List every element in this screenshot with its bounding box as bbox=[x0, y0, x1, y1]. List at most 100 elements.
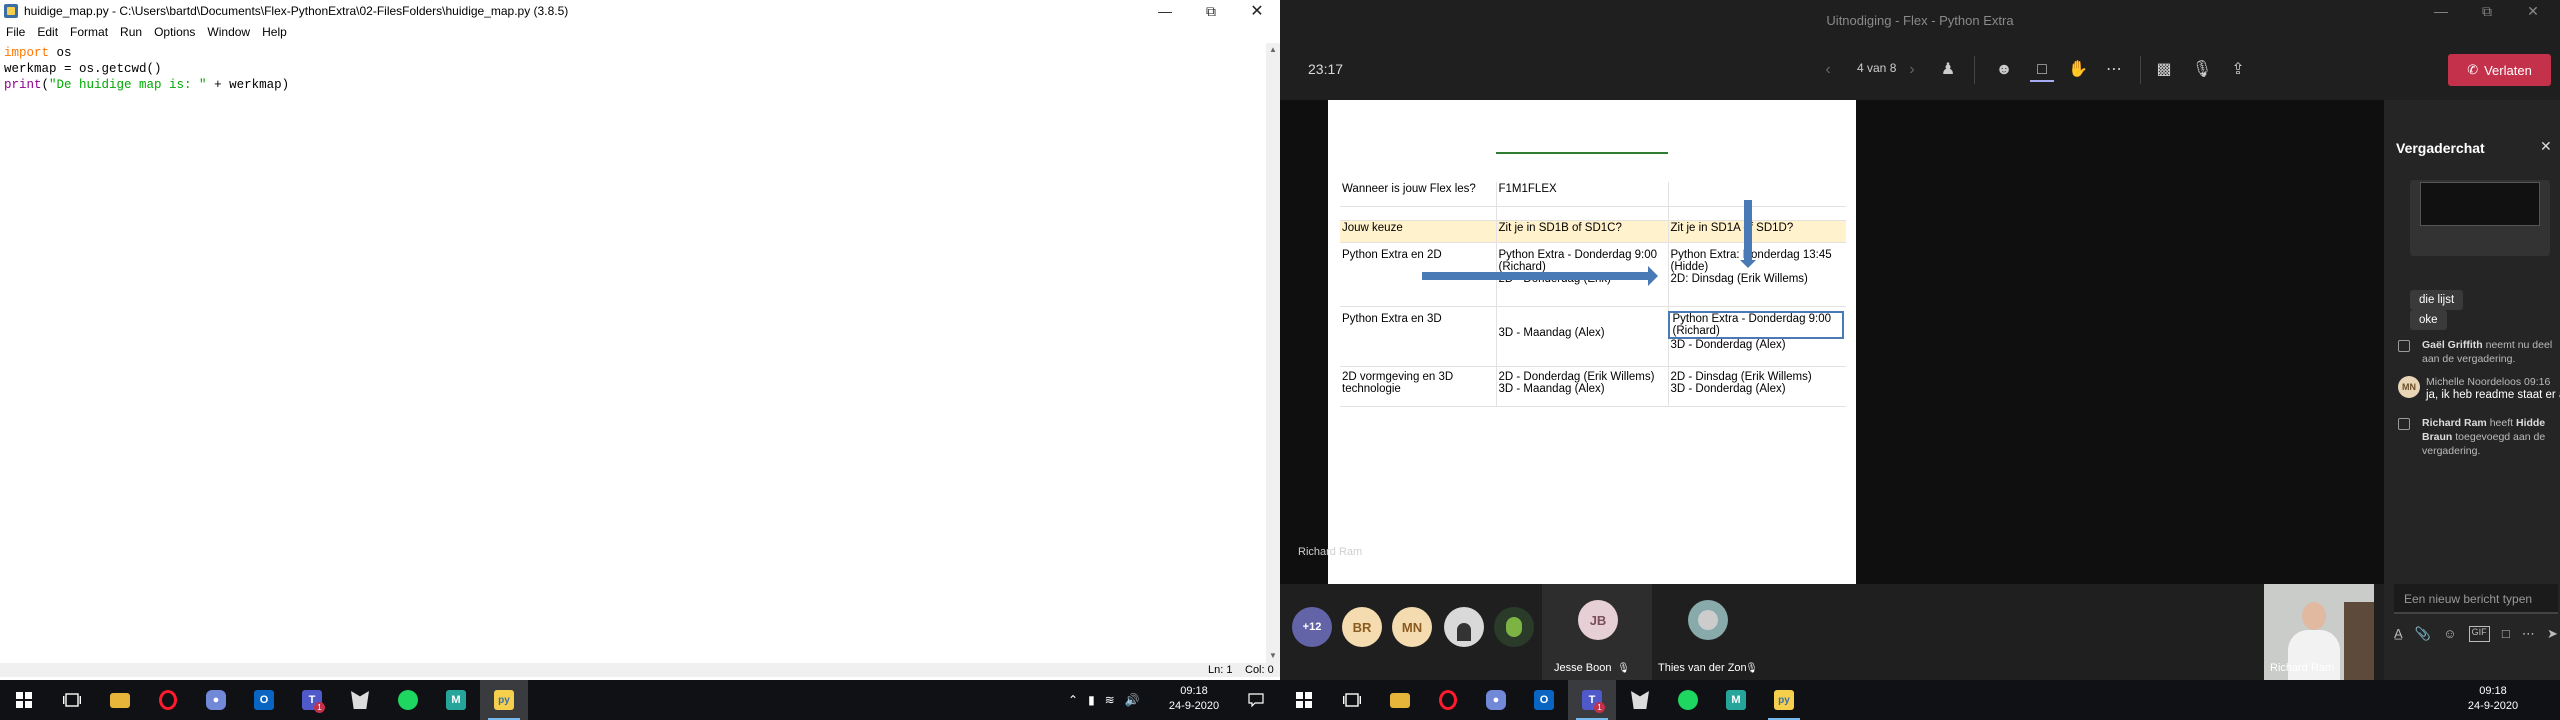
menu-options[interactable]: Options bbox=[148, 25, 201, 39]
teams-icon[interactable]: T1 bbox=[288, 680, 336, 720]
video-background bbox=[2344, 602, 2374, 680]
start-icon[interactable] bbox=[0, 680, 48, 720]
python-file-icon bbox=[4, 4, 18, 18]
network-icon[interactable]: ≋ bbox=[1105, 693, 1115, 707]
message-input[interactable]: Een nieuw bericht typen bbox=[2394, 584, 2558, 614]
volume-icon[interactable]: 🔊 bbox=[1125, 693, 1140, 707]
menu-help[interactable]: Help bbox=[256, 25, 293, 39]
leave-button[interactable]: ✆ Verlaten bbox=[2448, 54, 2551, 86]
wolf-app-icon[interactable] bbox=[1616, 680, 1664, 720]
clock-time: 09:18 bbox=[2479, 685, 2507, 697]
idle-taskbar-icon[interactable]: py bbox=[480, 680, 528, 720]
discord-icon[interactable]: ● bbox=[192, 680, 240, 720]
system-name: Richard Ram bbox=[2422, 417, 2487, 429]
code-editor[interactable]: import os werkmap = os.getcwd() print("De … bbox=[0, 43, 1266, 663]
teams-close-button[interactable]: ✕ bbox=[2510, 0, 2556, 22]
vertical-scrollbar[interactable]: ▲ ▼ bbox=[1266, 43, 1280, 663]
idle-taskbar-icon[interactable]: py bbox=[1760, 680, 1808, 720]
system-message: Gaël Griffith neemt nu deel aan de verga… bbox=[2398, 338, 2554, 366]
call-timer: 23:17 bbox=[1308, 61, 1344, 77]
avatar-joker[interactable] bbox=[1494, 607, 1534, 647]
outlook-icon[interactable]: O bbox=[1520, 680, 1568, 720]
task-view-icon[interactable] bbox=[1328, 680, 1376, 720]
next-slide-icon[interactable]: › bbox=[1900, 58, 1924, 82]
scroll-up-icon[interactable]: ▲ bbox=[1266, 43, 1280, 57]
code-text: os bbox=[49, 46, 72, 60]
call-controls: 23:17 ‹ 4 van 8 › ♟ ☻ □ ✋ ⋯ ▩ 🎙 ⇪ ✆ Verl… bbox=[1280, 40, 2560, 100]
participant-roster: +12 BR MN JB Jesse Boon 🎙 Thies van der … bbox=[1280, 584, 2384, 680]
wolf-app-icon[interactable] bbox=[336, 680, 384, 720]
screenshot-preview bbox=[2420, 182, 2540, 226]
m-app-icon[interactable]: M bbox=[1712, 680, 1760, 720]
battery-icon[interactable]: ▮ bbox=[1088, 693, 1095, 707]
participant-name: Richard Ram bbox=[2270, 662, 2335, 674]
menu-file[interactable]: File bbox=[0, 25, 31, 39]
participant-video-richard[interactable]: Richard Ram bbox=[2264, 584, 2374, 680]
code-line-3: print("De huidige map is: " + werkmap) bbox=[4, 77, 1266, 93]
task-view-icon[interactable] bbox=[48, 680, 96, 720]
spotify-icon[interactable] bbox=[1664, 680, 1712, 720]
sticker-icon[interactable]: □ bbox=[2502, 626, 2510, 642]
opera-icon[interactable] bbox=[144, 680, 192, 720]
gif-icon[interactable]: GIF bbox=[2468, 626, 2490, 642]
muted-icon: 🎙 bbox=[1745, 663, 1758, 674]
m-app-icon[interactable]: M bbox=[432, 680, 480, 720]
teams-restore-button[interactable]: ⧉ bbox=[2464, 0, 2510, 22]
participant-tile-jesse[interactable]: JB Jesse Boon 🎙 bbox=[1542, 584, 1652, 680]
shared-image-thumbnail[interactable] bbox=[2410, 180, 2550, 256]
chat-close-icon[interactable]: ✕ bbox=[2540, 138, 2552, 155]
teams-badge: 1 bbox=[1594, 702, 1605, 713]
restore-button[interactable]: ⧉ bbox=[1188, 0, 1234, 22]
code-text: ( bbox=[41, 78, 50, 92]
spotify-icon[interactable] bbox=[384, 680, 432, 720]
more-options-icon[interactable]: ⋯ bbox=[2102, 58, 2126, 82]
camera-off-icon[interactable]: ▩ bbox=[2152, 58, 2176, 82]
menu-format[interactable]: Format bbox=[64, 25, 114, 39]
chevron-up-icon[interactable]: ⌃ bbox=[1068, 693, 1078, 707]
system-name: Gaël Griffith bbox=[2422, 339, 2483, 351]
menu-window[interactable]: Window bbox=[201, 25, 256, 39]
code-line-2: werkmap = os.getcwd() bbox=[4, 62, 162, 76]
builtin-print: print bbox=[4, 78, 42, 92]
participants-icon[interactable]: ☻ bbox=[1992, 58, 2016, 82]
menu-run[interactable]: Run bbox=[114, 25, 148, 39]
raise-hand-icon[interactable]: ✋ bbox=[2066, 58, 2090, 82]
outlook-icon[interactable]: O bbox=[240, 680, 288, 720]
clock-left[interactable]: 09:18 24-9-2020 bbox=[1158, 684, 1230, 714]
emoji-icon[interactable]: ☺ bbox=[2443, 626, 2456, 642]
send-icon[interactable]: ➤ bbox=[2547, 626, 2558, 642]
participant-tile-thies[interactable]: Thies van der Zon 🎙 bbox=[1652, 584, 1762, 680]
attach-icon[interactable]: 📎 bbox=[2415, 626, 2431, 642]
participant-name: Jesse Boon bbox=[1554, 662, 1612, 674]
teams-icon[interactable]: T1 bbox=[1568, 680, 1616, 720]
chat-icon[interactable]: □ bbox=[2030, 58, 2054, 82]
avatar-mn[interactable]: MN bbox=[1392, 607, 1432, 647]
mic-off-icon[interactable]: 🎙 bbox=[2190, 58, 2214, 82]
prev-slide-icon[interactable]: ‹ bbox=[1816, 58, 1840, 82]
people-add-icon bbox=[2398, 418, 2410, 430]
scroll-down-icon[interactable]: ▼ bbox=[1266, 649, 1280, 663]
notifications-icon[interactable] bbox=[1232, 680, 1280, 720]
share-screen-icon[interactable]: ⇪ bbox=[2226, 58, 2250, 82]
menu-edit[interactable]: Edit bbox=[31, 25, 64, 39]
file-explorer-icon[interactable] bbox=[96, 680, 144, 720]
format-icon[interactable]: A̲ bbox=[2394, 626, 2403, 642]
clock-right[interactable]: 09:18 24-9-2020 bbox=[2458, 684, 2528, 714]
avatar-photo[interactable] bbox=[1444, 607, 1484, 647]
more-participants[interactable]: +12 bbox=[1292, 607, 1332, 647]
discord-icon[interactable]: ● bbox=[1472, 680, 1520, 720]
presenter-icon[interactable]: ♟ bbox=[1936, 58, 1960, 82]
start-icon[interactable] bbox=[1280, 680, 1328, 720]
avatar-br[interactable]: BR bbox=[1342, 607, 1382, 647]
message-text: ja, ik heb readme staat er al op bbox=[2426, 389, 2560, 401]
file-explorer-icon[interactable] bbox=[1376, 680, 1424, 720]
teams-titlebar: Uitnodiging - Flex - Python Extra — ⧉ ✕ bbox=[1280, 0, 2560, 40]
right-arrow-shaft bbox=[1422, 272, 1648, 280]
status-col: Col: 0 bbox=[1245, 664, 1274, 676]
minimize-button[interactable]: — bbox=[1142, 0, 1188, 22]
opera-icon[interactable] bbox=[1424, 680, 1472, 720]
more-compose-icon[interactable]: ⋯ bbox=[2522, 626, 2535, 642]
teams-minimize-button[interactable]: — bbox=[2418, 0, 2464, 22]
close-button[interactable]: ✕ bbox=[1234, 0, 1280, 22]
message-author-time: Michelle Noordeloos 09:16 bbox=[2426, 376, 2551, 388]
